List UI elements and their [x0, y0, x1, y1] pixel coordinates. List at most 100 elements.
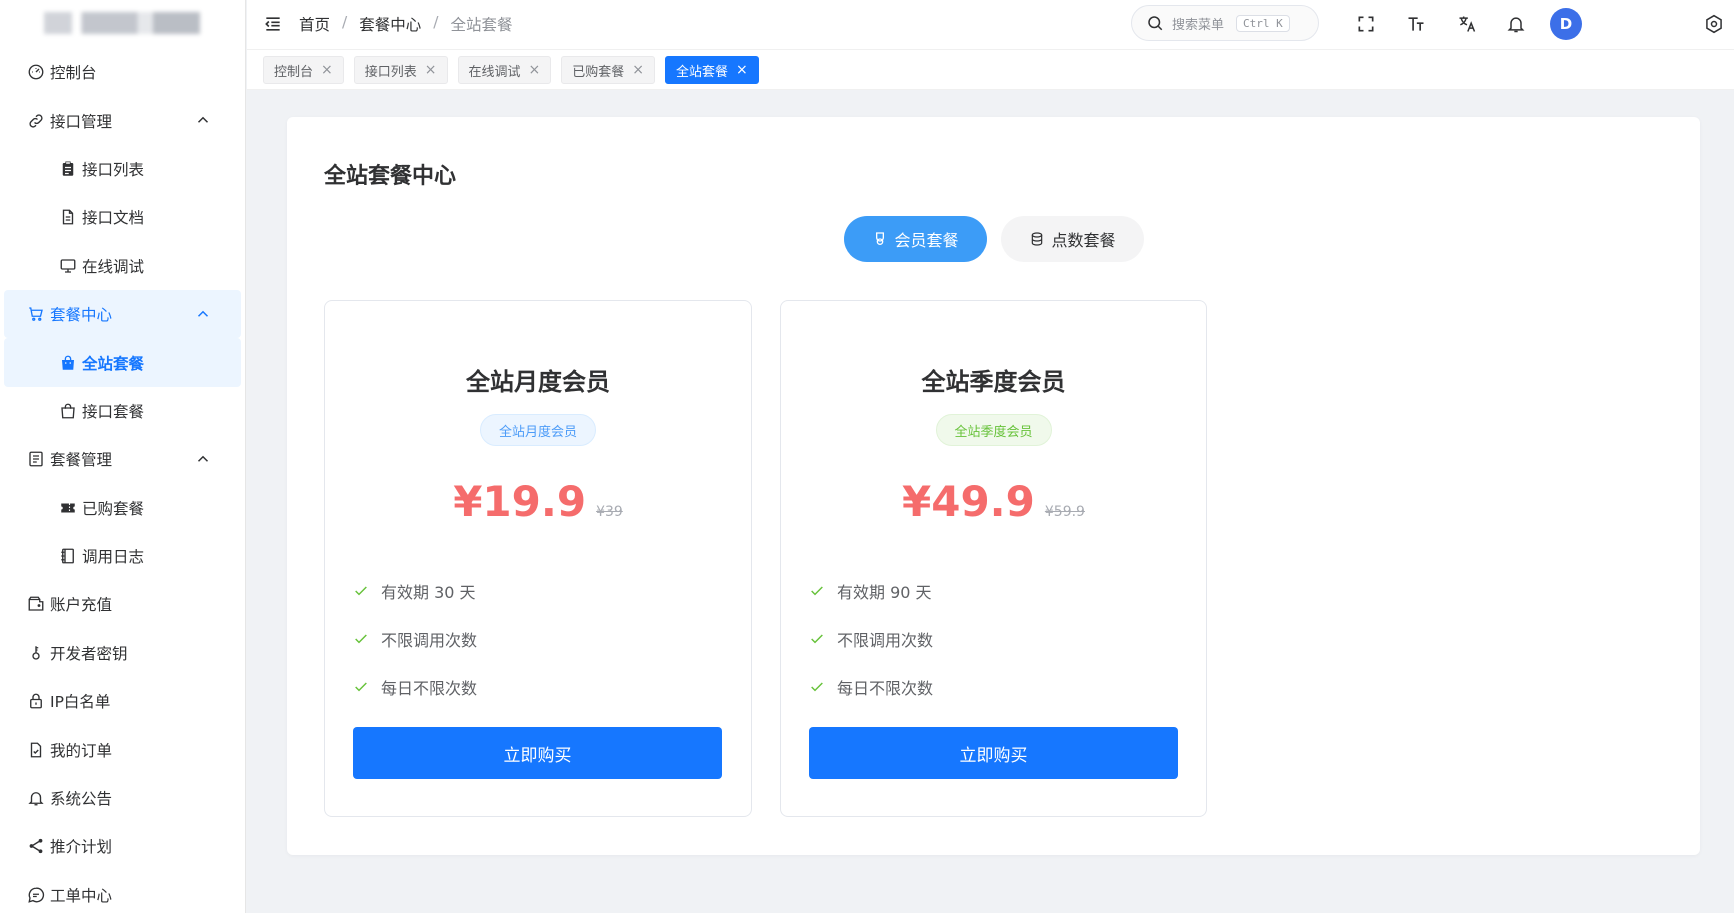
- sidebar-item-tickets[interactable]: 工单中心: [0, 871, 245, 913]
- sidebar-item-recharge[interactable]: 账户充值: [0, 580, 245, 628]
- feature-item: 有效期 30 天: [353, 567, 477, 615]
- breadcrumb: 首页 / 套餐中心 / 全站套餐: [299, 13, 513, 35]
- breadcrumb-package-center[interactable]: 套餐中心: [359, 13, 421, 35]
- coins-icon: [1032, 232, 1043, 246]
- search-icon: [1148, 16, 1163, 31]
- sidebar-item-api-docs[interactable]: 接口文档: [0, 193, 245, 241]
- list-icon: [26, 449, 46, 469]
- sidebar-item-label: 系统公告: [50, 790, 113, 809]
- app-logo[interactable]: [0, 0, 245, 48]
- clipboard-icon: [58, 159, 78, 179]
- sidebar-item-api-packages[interactable]: 接口套餐: [0, 387, 245, 435]
- check-icon: [355, 682, 367, 692]
- buy-now-button[interactable]: 立即购买: [809, 727, 1178, 779]
- tab-label: 在线调试: [468, 64, 521, 80]
- sidebar-item-api-list[interactable]: 接口列表: [0, 145, 245, 193]
- breadcrumb-home[interactable]: 首页: [299, 13, 330, 35]
- tab-api-list[interactable]: 接口列表 ×: [353, 56, 448, 84]
- close-icon[interactable]: ×: [736, 62, 748, 78]
- check-icon: [355, 634, 367, 644]
- chat-icon: [26, 885, 46, 905]
- sidebar-item-online-debug[interactable]: 在线调试: [0, 242, 245, 290]
- sidebar-item-referral[interactable]: 推介计划: [0, 822, 245, 870]
- notebook-icon: [58, 546, 78, 566]
- package-price: ¥19.9: [453, 477, 587, 526]
- tab-purchased-packages[interactable]: 已购套餐 ×: [561, 56, 655, 84]
- shopping-bag-filled-icon: [58, 353, 78, 373]
- logo-image: [44, 12, 200, 34]
- package-center-card: 全站套餐中心 会员套餐 点数套餐 全站月度会员 全站月度会员 ¥19.9 ¥39…: [287, 117, 1700, 855]
- sidebar-item-ip-whitelist[interactable]: IP白名单: [0, 677, 245, 725]
- monitor-icon: [58, 256, 78, 276]
- check-icon: [355, 586, 367, 596]
- buy-now-button[interactable]: 立即购买: [353, 727, 722, 779]
- order-icon: [26, 740, 46, 760]
- original-price: ¥39: [596, 504, 623, 520]
- dashboard-icon: [26, 62, 46, 82]
- tab-dashboard[interactable]: 控制台 ×: [263, 56, 344, 84]
- chevron-up-icon: [197, 310, 209, 317]
- feature-text: 不限调用次数: [837, 631, 934, 650]
- sidebar-item-announcements[interactable]: 系统公告: [0, 774, 245, 822]
- close-icon[interactable]: ×: [529, 62, 541, 78]
- sidebar-item-label: 套餐管理: [50, 451, 113, 470]
- feature-text: 每日不限次数: [381, 679, 478, 698]
- price-box: ¥19.9 ¥39: [325, 477, 751, 526]
- segment-label: 会员套餐: [894, 231, 959, 250]
- package-price: ¥49.9: [902, 477, 1035, 526]
- sidebar-item-my-orders[interactable]: 我的订单: [0, 725, 245, 773]
- sidebar-item-site-packages[interactable]: 全站套餐: [4, 338, 241, 387]
- close-icon[interactable]: ×: [632, 62, 644, 78]
- breadcrumb-current: 全站套餐: [450, 16, 513, 34]
- member-packages-tab[interactable]: 会员套餐: [844, 216, 987, 262]
- sidebar-item-label: 全站套餐: [82, 354, 145, 373]
- tab-label: 控制台: [274, 64, 314, 80]
- sidebar-item-api-management[interactable]: 接口管理: [0, 96, 245, 144]
- sidebar-item-label: IP白名单: [50, 693, 111, 712]
- check-icon: [811, 682, 823, 692]
- font-size-icon[interactable]: [1404, 12, 1428, 36]
- fullscreen-icon[interactable]: [1354, 12, 1378, 36]
- settings-gear-icon[interactable]: [1702, 12, 1726, 36]
- package-badge: 全站月度会员: [479, 414, 597, 446]
- sidebar-item-package-management[interactable]: 套餐管理: [0, 435, 245, 483]
- top-header: 首页 / 套餐中心 / 全站套餐 搜索菜单 Ctrl K D: [247, 0, 1734, 50]
- medal-icon: [876, 232, 885, 245]
- sidebar-item-label: 已购套餐: [82, 499, 145, 518]
- feature-text: 不限调用次数: [381, 631, 478, 650]
- link-icon: [26, 111, 46, 131]
- sidebar-item-purchased-packages[interactable]: 已购套餐: [0, 484, 245, 532]
- sidebar-item-package-center[interactable]: 套餐中心: [4, 289, 241, 339]
- sidebar-item-label: 我的订单: [50, 741, 113, 760]
- points-packages-tab[interactable]: 点数套餐: [1001, 216, 1144, 262]
- feature-list: 有效期 90 天 不限调用次数 每日不限次数: [809, 567, 933, 711]
- tab-online-debug[interactable]: 在线调试 ×: [457, 56, 552, 84]
- sidebar-item-dashboard[interactable]: 控制台: [0, 48, 245, 96]
- original-price: ¥59.9: [1044, 504, 1085, 520]
- sidebar-item-call-logs[interactable]: 调用日志: [0, 532, 245, 580]
- package-name: 全站月度会员: [466, 368, 610, 396]
- breadcrumb-separator: /: [433, 13, 439, 31]
- sidebar-item-label: 接口套餐: [82, 402, 145, 421]
- search-menu-input[interactable]: 搜索菜单 Ctrl K: [1131, 5, 1319, 41]
- feature-text: 有效期 90 天: [837, 583, 932, 602]
- menu-fold-icon[interactable]: [263, 14, 283, 34]
- sidebar-menu: 控制台 接口管理 接口列表 接口文档 在线调试 套餐中心 全站套餐 接口套餐 套…: [0, 48, 245, 913]
- close-icon[interactable]: ×: [321, 62, 333, 78]
- feature-item: 每日不限次数: [809, 663, 933, 711]
- tab-site-packages[interactable]: 全站套餐 ×: [665, 56, 759, 84]
- feature-item: 有效期 90 天: [809, 567, 933, 615]
- sidebar-item-label: 调用日志: [82, 548, 145, 567]
- sidebar-item-label: 接口管理: [50, 112, 113, 131]
- user-avatar[interactable]: D: [1550, 8, 1582, 40]
- sidebar-item-developer-keys[interactable]: 开发者密钥: [0, 629, 245, 677]
- translate-icon[interactable]: [1455, 12, 1479, 36]
- price-box: ¥49.9 ¥59.9: [781, 477, 1206, 526]
- package-card-quarterly: 全站季度会员 全站季度会员 ¥49.9 ¥59.9 有效期 90 天 不限调用次…: [780, 300, 1207, 817]
- feature-item: 每日不限次数: [353, 663, 477, 711]
- notification-bell-icon[interactable]: [1504, 12, 1528, 36]
- tab-label: 已购套餐: [572, 64, 625, 80]
- sidebar-item-label: 推介计划: [50, 838, 113, 857]
- close-icon[interactable]: ×: [425, 62, 437, 78]
- feature-item: 不限调用次数: [809, 615, 933, 663]
